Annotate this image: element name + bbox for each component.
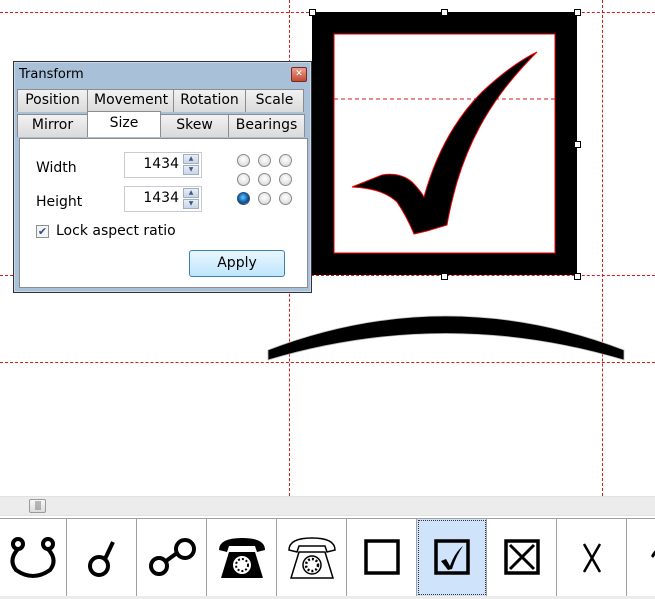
origin-bottom-center-radio[interactable] xyxy=(258,192,271,205)
height-spinner[interactable]: 1434 ▲ ▼ xyxy=(124,186,202,212)
guide-line-right-bearing[interactable] xyxy=(602,0,603,496)
origin-middle-left-radio[interactable] xyxy=(237,173,250,186)
selection-handle[interactable] xyxy=(574,273,581,280)
tab-bearings[interactable]: Bearings xyxy=(228,114,305,137)
tab-mirror[interactable]: Mirror xyxy=(17,114,88,137)
width-label: Width xyxy=(36,160,77,176)
glyph-cell[interactable] xyxy=(0,519,67,596)
glyph-cell[interactable] xyxy=(67,519,137,596)
ballot-box-glyph-icon xyxy=(363,538,400,575)
origin-top-left-radio[interactable] xyxy=(237,154,250,167)
selection-handle[interactable] xyxy=(574,9,581,16)
origin-top-right-radio[interactable] xyxy=(279,154,292,167)
lock-aspect-checkbox[interactable]: ✔ xyxy=(36,225,49,238)
apply-button[interactable]: Apply xyxy=(189,250,285,277)
origin-bottom-right-radio[interactable] xyxy=(279,192,292,205)
height-up-arrow-icon[interactable]: ▲ xyxy=(183,188,199,198)
origin-top-center-radio[interactable] xyxy=(258,154,271,167)
width-spinner[interactable]: 1434 ▲ ▼ xyxy=(124,152,202,178)
selection-handle[interactable] xyxy=(574,141,581,148)
tab-size[interactable]: Size xyxy=(87,111,161,137)
tab-skew[interactable]: Skew xyxy=(160,114,229,137)
circle-with-stem-glyph-icon xyxy=(87,540,115,577)
ballot-box-x-glyph-icon xyxy=(503,538,540,575)
tab-row-2: Mirror Size Skew Bearings xyxy=(17,111,305,137)
tab-scale[interactable]: Scale xyxy=(245,89,304,112)
transform-dialog: Transform ✕ Position Movement Rotation S… xyxy=(13,61,312,293)
glyph-cell[interactable] xyxy=(277,519,347,596)
partial-glyph-icon xyxy=(650,549,655,558)
selection-handle[interactable] xyxy=(441,273,448,280)
glyph-cell[interactable] xyxy=(627,519,655,596)
origin-middle-center-radio[interactable] xyxy=(258,173,271,186)
origin-selector xyxy=(237,154,293,205)
width-up-arrow-icon[interactable]: ▲ xyxy=(183,154,199,164)
size-tab-panel: Width 1434 ▲ ▼ Height 1434 ▲ ▼ ✔ Lock as… xyxy=(19,138,308,288)
arc-stroke-shape[interactable] xyxy=(266,312,626,364)
tab-rotation[interactable]: Rotation xyxy=(173,89,246,112)
scrollbar-thumb[interactable]: ||| xyxy=(29,499,46,513)
lock-aspect-label[interactable]: Lock aspect ratio xyxy=(56,223,176,239)
tab-position[interactable]: Position xyxy=(17,89,88,112)
glyph-cell[interactable] xyxy=(347,519,417,596)
dialog-title: Transform xyxy=(19,67,84,82)
origin-middle-right-radio[interactable] xyxy=(279,173,292,186)
telephone-black-glyph-icon xyxy=(218,537,265,578)
glyph-cell[interactable] xyxy=(207,519,277,596)
glyph-cell[interactable] xyxy=(487,519,557,596)
glyph-cell[interactable] xyxy=(137,519,207,596)
horseshoe-loops-glyph-icon xyxy=(10,536,56,578)
origin-bottom-left-radio[interactable] xyxy=(237,192,250,205)
width-value[interactable]: 1434 xyxy=(143,156,179,172)
glyph-strip xyxy=(0,518,655,597)
glyph-cell-selected[interactable] xyxy=(417,519,487,596)
ballot-x-glyph-icon xyxy=(582,542,601,573)
height-down-arrow-icon[interactable]: ▼ xyxy=(183,199,199,209)
horizontal-scrollbar[interactable]: ||| xyxy=(0,496,655,516)
tab-row-1: Position Movement Rotation Scale xyxy=(17,89,304,112)
width-down-arrow-icon[interactable]: ▼ xyxy=(183,165,199,175)
telephone-outline-glyph-icon xyxy=(287,536,336,579)
height-label: Height xyxy=(36,194,83,210)
ballot-box-check-glyph-icon xyxy=(433,538,470,575)
height-value[interactable]: 1434 xyxy=(143,190,179,206)
selection-handle[interactable] xyxy=(309,9,316,16)
glyph-cell[interactable] xyxy=(557,519,627,596)
close-icon[interactable]: ✕ xyxy=(291,67,307,82)
selection-handle[interactable] xyxy=(441,9,448,16)
two-circles-linked-glyph-icon xyxy=(148,537,196,576)
checkbox-glyph-outline[interactable] xyxy=(312,12,577,275)
tab-movement[interactable]: Movement xyxy=(87,89,174,112)
